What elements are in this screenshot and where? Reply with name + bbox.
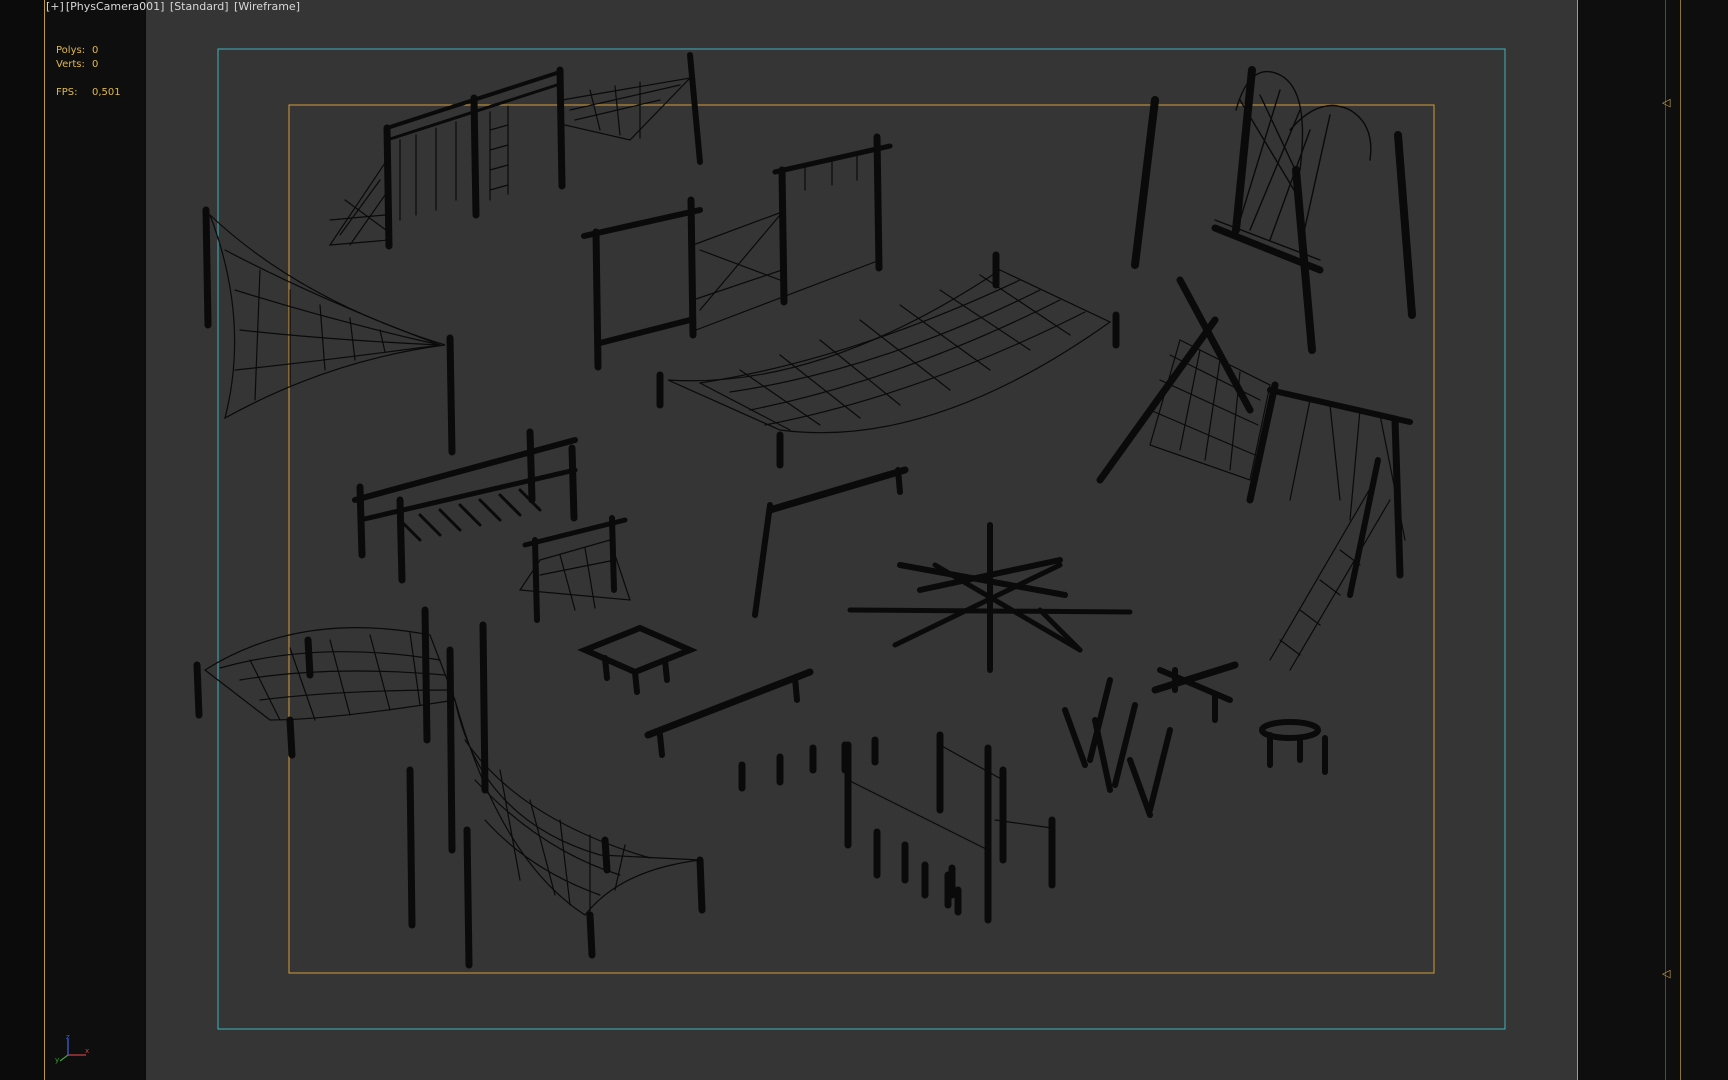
balance-beam-bottom bbox=[644, 668, 814, 758]
ladder-bridge-left bbox=[352, 428, 578, 584]
render-frame bbox=[288, 104, 1435, 974]
gizmo-x-label: x bbox=[85, 1047, 89, 1055]
horizontal-net-center bbox=[656, 251, 1120, 469]
small-net-frame bbox=[518, 515, 631, 623]
pullup-frame bbox=[581, 133, 893, 371]
climbing-net-bottom-left bbox=[193, 606, 706, 969]
balance-beam-center bbox=[752, 466, 909, 618]
seesaw bbox=[1151, 661, 1239, 723]
stepping-box bbox=[577, 624, 698, 695]
wireframe-scene bbox=[193, 48, 1506, 1030]
triangle-net-left bbox=[202, 206, 456, 456]
v-poles bbox=[1062, 677, 1173, 818]
log-star-center bbox=[847, 522, 1133, 673]
climbing-frame-top-left bbox=[328, 52, 703, 250]
swing-frame-top-right bbox=[1131, 66, 1416, 354]
stepping-posts bbox=[738, 731, 1056, 924]
gizmo-y-label: y bbox=[55, 1056, 59, 1064]
gizmo-z-label: z bbox=[66, 1035, 70, 1041]
table-and-stumps bbox=[1259, 719, 1328, 775]
a-frame-net-right bbox=[1096, 276, 1413, 671]
axis-gizmo-icon: x y z bbox=[55, 1035, 89, 1064]
